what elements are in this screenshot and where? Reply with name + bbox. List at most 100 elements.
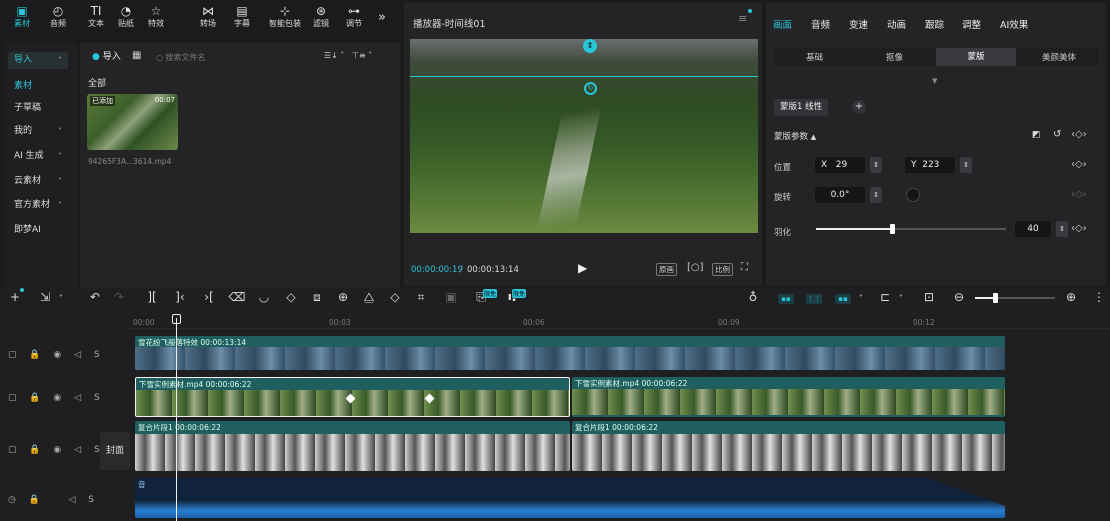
compound-clip-1[interactable]: 复合片段1 00:00:06:22: [135, 421, 570, 471]
tool-audio[interactable]: ◴ 音频: [42, 4, 74, 29]
delete-icon[interactable]: ⌫: [228, 290, 246, 304]
fit-icon[interactable]: [○]: [687, 262, 704, 273]
subtab-beauty[interactable]: 美颜美体: [1042, 51, 1076, 63]
mic-icon[interactable]: ♁: [744, 290, 762, 304]
position-y-stepper[interactable]: ⇕: [960, 157, 972, 173]
playhead-line[interactable]: [176, 318, 177, 521]
fullscreen-icon[interactable]: ⛶: [741, 262, 748, 273]
tab-adjust[interactable]: 调整: [962, 17, 981, 31]
split-right-icon[interactable]: ›[: [200, 290, 218, 304]
media-thumbnail[interactable]: 已添加 00:07: [87, 94, 178, 150]
linkage-button[interactable]: ▪▪: [835, 294, 851, 304]
select-chevron-icon[interactable]: ˅: [52, 294, 70, 303]
sidebar-item-sub-draft[interactable]: 子草稿: [8, 100, 68, 117]
tab-tracking[interactable]: 跟踪: [925, 17, 944, 31]
sidebar-item-jimeng[interactable]: 即梦AI: [8, 222, 68, 239]
feather-field[interactable]: 40: [1015, 221, 1051, 237]
collapse-arrow-icon[interactable]: ▼: [932, 77, 937, 85]
tool-adjust[interactable]: ⊶ 调节: [338, 4, 370, 29]
main-track-magnet[interactable]: ▪▪: [778, 294, 794, 304]
caption-icon[interactable]: ⊡: [920, 290, 938, 304]
track-controls-audio[interactable]: ◷ 🔒 ◁ S: [8, 495, 99, 505]
tab-audio[interactable]: 音频: [811, 17, 830, 31]
tab-picture[interactable]: 画面: [773, 17, 792, 31]
more-tools-button[interactable]: »: [378, 10, 386, 25]
ratio-button[interactable]: 比例: [712, 263, 733, 276]
more-options-icon[interactable]: ⋮: [1090, 290, 1108, 304]
search-input[interactable]: ○ 搜索文件名: [152, 50, 312, 65]
zoom-in-icon[interactable]: ⊕: [1062, 290, 1080, 304]
add-mask-button[interactable]: +: [852, 100, 866, 114]
tool-subtitle[interactable]: ▤ 字幕: [226, 4, 258, 29]
undo-icon[interactable]: ↶: [86, 290, 104, 304]
playhead-handle[interactable]: [172, 314, 181, 324]
mask-tool-icon[interactable]: ◡: [255, 290, 273, 304]
zoom-slider[interactable]: [975, 293, 1055, 303]
position-x-field[interactable]: X 29: [815, 157, 865, 173]
add-track-icon[interactable]: +: [6, 290, 24, 304]
tab-speed[interactable]: 变速: [849, 17, 868, 31]
shield-icon[interactable]: ◇: [282, 290, 300, 304]
reverse-icon[interactable]: ⊕: [334, 290, 352, 304]
freeze-icon[interactable]: ⧈: [308, 290, 326, 305]
tool-text[interactable]: TI 文本: [80, 4, 112, 29]
subtab-basic[interactable]: 基础: [806, 51, 823, 63]
tool-filter[interactable]: ⊛ 滤镜: [305, 4, 337, 29]
mask-params-label[interactable]: 蒙版参数 ▲: [774, 130, 816, 142]
feather-slider-knob[interactable]: [890, 224, 895, 234]
sidebar-item-ai-gen[interactable]: AI 生成 ˅: [8, 148, 68, 165]
split-left-icon[interactable]: ]‹: [171, 290, 189, 304]
mask-invert-icon[interactable]: ◩: [1032, 130, 1041, 140]
tab-animation[interactable]: 动画: [887, 17, 906, 31]
filter-button[interactable]: ⊤≡ ˅: [352, 51, 372, 60]
rotate-stepper[interactable]: ⇕: [870, 187, 882, 203]
original-quality-button[interactable]: 原画: [656, 263, 677, 276]
tool-smart-pack[interactable]: ⊹ 智能包装: [262, 4, 308, 29]
sort-button[interactable]: ☰↓ ˅: [324, 51, 344, 60]
mirror-icon[interactable]: ⧋: [360, 290, 378, 305]
subtab-mask[interactable]: 蒙版: [936, 48, 1016, 66]
video-clip-2[interactable]: 下雪实例素材.mp4 00:00:06:22: [572, 377, 1005, 417]
video-preview[interactable]: ⇕ ↻: [410, 39, 758, 233]
position-x-stepper[interactable]: ⇕: [870, 157, 882, 173]
auto-snap-button[interactable]: ⋮⋮: [806, 294, 822, 304]
position-keyframe-icon[interactable]: ‹◇›: [1071, 159, 1087, 170]
player-menu-icon[interactable]: ≡: [738, 12, 747, 25]
rotate-dial[interactable]: [906, 188, 920, 202]
sidebar-item-media[interactable]: 素材: [8, 78, 68, 95]
sidebar-item-cloud[interactable]: 云素材 ˅: [8, 173, 68, 190]
audio-clip[interactable]: 音: [135, 478, 1005, 518]
tool-effects[interactable]: ☆ 特效: [140, 4, 172, 29]
cover-button[interactable]: 封面: [100, 432, 130, 470]
zoom-out-icon[interactable]: ⊖: [950, 290, 968, 304]
split-icon[interactable]: ][: [143, 290, 161, 304]
compound-clip-2[interactable]: 复合片段1 00:00:06:22: [572, 421, 1005, 471]
zoom-slider-knob[interactable]: [993, 293, 998, 303]
linkage-chevron-icon[interactable]: ˅: [852, 294, 870, 303]
sidebar-item-official[interactable]: 官方素材 ˅: [8, 197, 68, 214]
tool-media[interactable]: ▣ 素材: [6, 4, 38, 29]
feather-slider-track[interactable]: [816, 224, 1006, 234]
mask-move-handle[interactable]: ⇕: [583, 39, 597, 53]
tool-transition[interactable]: ⋈ 转场: [192, 4, 224, 29]
sidebar-item-import[interactable]: 导入 ˄: [8, 52, 68, 69]
preview-chevron-icon[interactable]: ˅: [892, 294, 910, 303]
mask-rotate-handle[interactable]: ↻: [584, 82, 597, 95]
sidebar-item-mine[interactable]: 我的 ˅: [8, 123, 68, 140]
keyframe-icon[interactable]: ‹◇›: [1071, 129, 1087, 140]
tab-ai-effects[interactable]: AI效果: [1000, 17, 1028, 31]
crop-icon[interactable]: ⌗: [412, 290, 430, 305]
rotate-keyframe-icon[interactable]: ‹◇›: [1071, 189, 1087, 200]
import-button[interactable]: ● 导入: [86, 50, 127, 65]
track-controls-video1[interactable]: ▢ 🔒 ◉ ◁ S: [8, 393, 105, 403]
track-controls-fx[interactable]: ▢ 🔒 ◉ ◁ S: [8, 350, 105, 360]
play-button[interactable]: ▶: [578, 261, 587, 275]
effect-clip[interactable]: 雪花纷飞般落特效 00:00:13:14: [135, 336, 1005, 370]
position-y-field[interactable]: Y 223: [905, 157, 955, 173]
tool-sticker[interactable]: ◔ 贴纸: [110, 4, 142, 29]
mask-chip[interactable]: 蒙版1 线性: [774, 99, 829, 116]
video-clip-1[interactable]: 下雪实例素材.mp4 00:00:06:22: [135, 377, 570, 417]
feather-stepper[interactable]: ⇕: [1056, 221, 1068, 237]
subtab-keying[interactable]: 抠像: [886, 51, 903, 63]
rotate-tool-icon[interactable]: ◇: [386, 290, 404, 304]
